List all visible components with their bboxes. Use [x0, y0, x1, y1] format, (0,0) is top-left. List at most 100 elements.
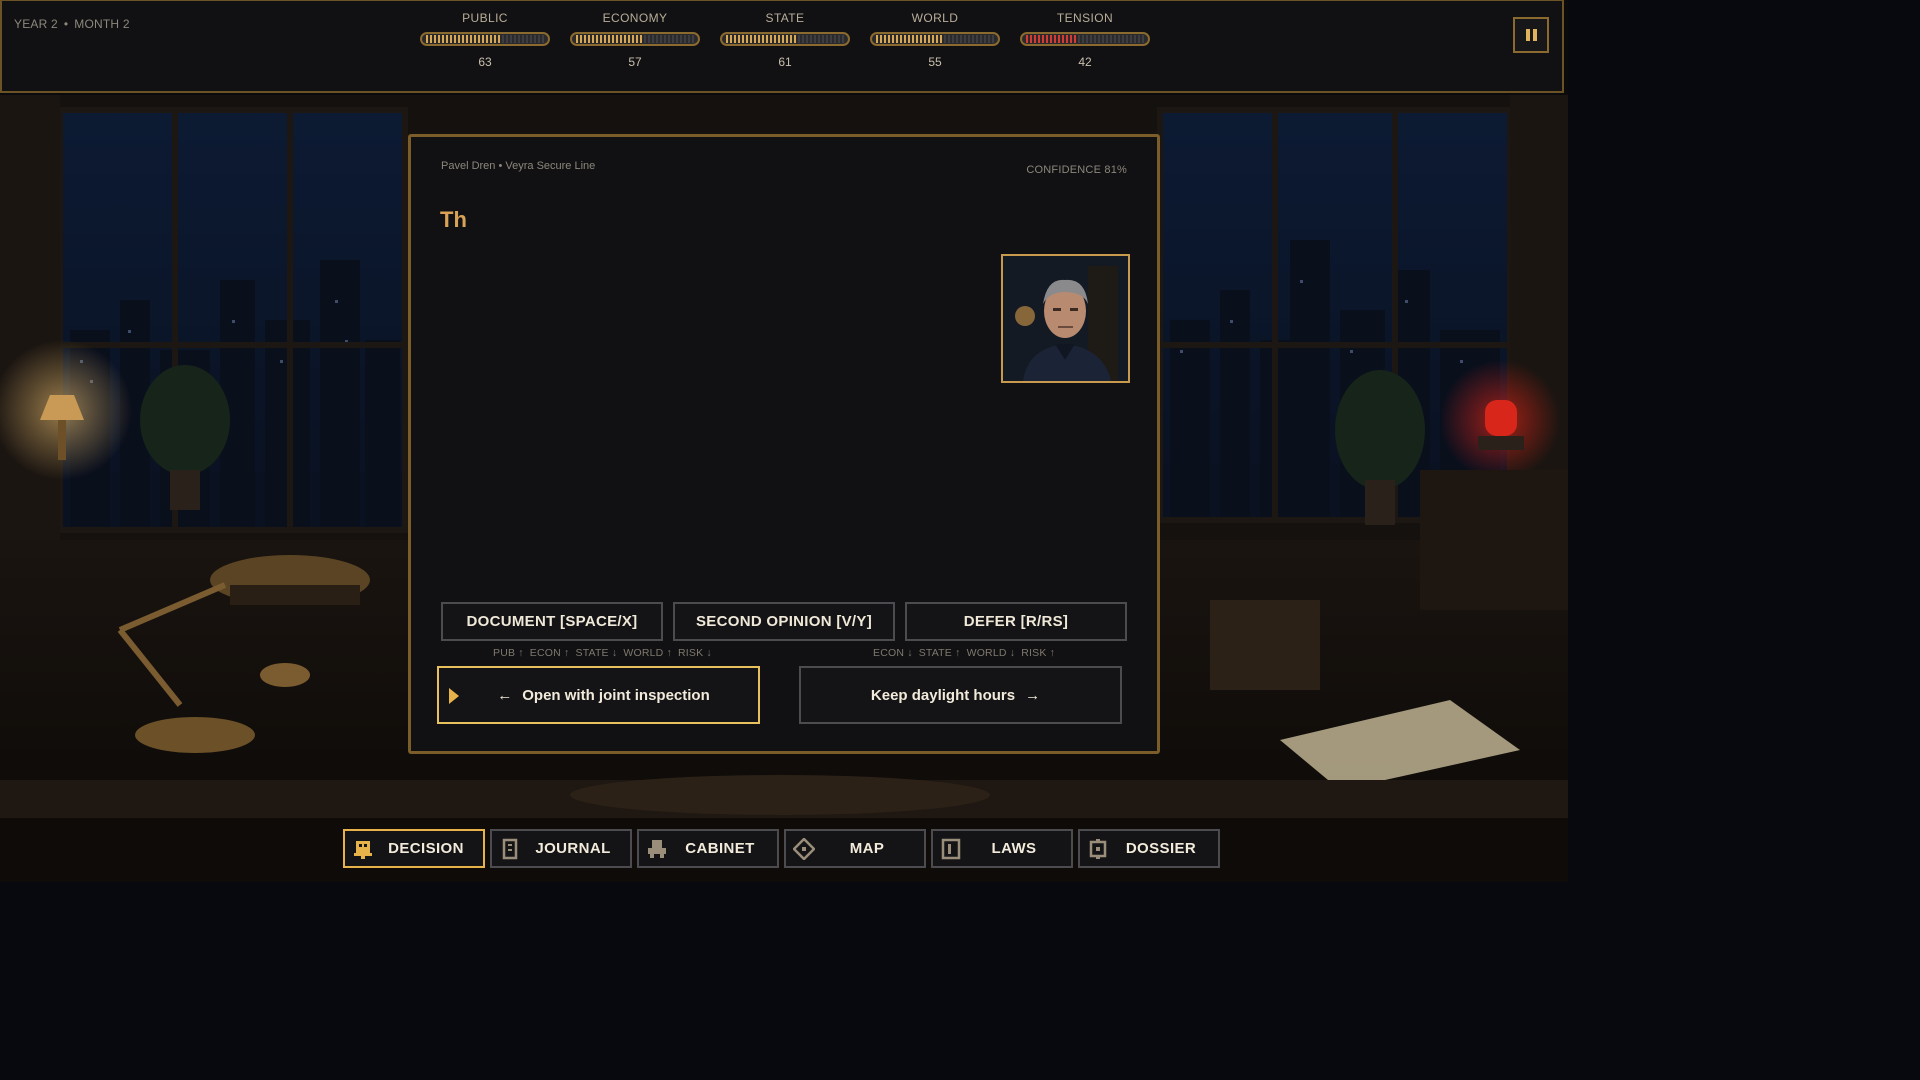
meter-segment	[632, 35, 634, 43]
meter-segment	[624, 35, 626, 43]
meter-segment	[584, 35, 586, 43]
meter-segment	[502, 35, 504, 43]
meter-segment	[526, 35, 528, 43]
meter-segment	[506, 35, 508, 43]
meter-segment	[734, 35, 736, 43]
meter-segment	[1126, 35, 1128, 43]
meter-segment	[1106, 35, 1108, 43]
meter-segment	[482, 35, 484, 43]
tab-dossier[interactable]: DOSSIER	[1078, 829, 1220, 868]
meter-segment	[1026, 35, 1028, 43]
meter-segment	[928, 35, 930, 43]
effect-pub: PUB ↑	[493, 647, 524, 659]
meter-segment	[976, 35, 978, 43]
meter-value: 57	[628, 55, 642, 69]
tab-journal[interactable]: JOURNAL	[490, 829, 632, 868]
meter-segment	[1114, 35, 1116, 43]
meter-segment	[908, 35, 910, 43]
meter-segment	[588, 35, 590, 43]
meter-segment	[952, 35, 954, 43]
meter-segment	[474, 35, 476, 43]
meter-segment	[1070, 35, 1072, 43]
meter-label: ECONOMY	[602, 11, 668, 25]
meter-label: PUBLIC	[462, 11, 508, 25]
meter-segment	[1138, 35, 1140, 43]
meter-segment	[1086, 35, 1088, 43]
tab-map[interactable]: MAP	[784, 829, 926, 868]
meter-bar	[720, 32, 850, 46]
choice-right-button[interactable]: Keep daylight hours →	[799, 666, 1122, 724]
meter-segment	[932, 35, 934, 43]
meter-segment	[766, 35, 768, 43]
meter-value: 61	[778, 55, 792, 69]
meter-segment	[1094, 35, 1096, 43]
meter-segment	[636, 35, 638, 43]
status-bar: YEAR 2 • MONTH 2 PUBLIC 63 ECONOMY 57 STAT…	[0, 0, 1564, 93]
meter-segment	[838, 35, 840, 43]
meter-segment	[604, 35, 606, 43]
date-separator: •	[63, 17, 69, 31]
second-opinion-button[interactable]: SECOND OPINION [V/Y]	[673, 602, 895, 641]
tab-cabinet[interactable]: CABINET	[637, 829, 779, 868]
meter-value: 42	[1078, 55, 1092, 69]
decision-headline: Th	[440, 207, 467, 232]
meter-segment	[438, 35, 440, 43]
meter-segment	[490, 35, 492, 43]
meter-segment	[920, 35, 922, 43]
meter-label: STATE	[765, 11, 805, 25]
meter-segment	[790, 35, 792, 43]
meter-segment	[830, 35, 832, 43]
tab-laws[interactable]: LAWS	[931, 829, 1073, 868]
meter-segment	[478, 35, 480, 43]
meter-segment	[778, 35, 780, 43]
meter-segment	[628, 35, 630, 43]
meter-bar	[420, 32, 550, 46]
advisor-portrait	[1001, 254, 1130, 383]
pause-icon-bar	[1532, 29, 1537, 41]
meter-segment	[822, 35, 824, 43]
pause-button[interactable]	[1513, 17, 1549, 53]
meter-segment	[462, 35, 464, 43]
meter-segment	[896, 35, 898, 43]
meter-segment	[620, 35, 622, 43]
meter-segment	[612, 35, 614, 43]
bottom-nav: DECISION JOURNAL CABINET MAP LAWS DOSSIE…	[343, 829, 1220, 868]
meter-segment	[664, 35, 666, 43]
meter-segment	[580, 35, 582, 43]
meter-public: PUBLIC 63	[417, 11, 553, 69]
meter-segment	[988, 35, 990, 43]
tab-decision[interactable]: DECISION	[343, 829, 485, 868]
meter-segment	[454, 35, 456, 43]
meter-segment	[770, 35, 772, 43]
effect-world: WORLD ↑	[623, 647, 672, 659]
date-display: YEAR 2 • MONTH 2	[14, 17, 130, 31]
meter-segment	[924, 35, 926, 43]
defer-button[interactable]: DEFER [R/RS]	[905, 602, 1127, 641]
meter-segment	[596, 35, 598, 43]
choice-left-button[interactable]: ← Open with joint inspection	[437, 666, 760, 724]
meter-world: WORLD 55	[867, 11, 1003, 69]
meter-segment	[1142, 35, 1144, 43]
meter-segment	[1050, 35, 1052, 43]
meter-segment	[660, 35, 662, 43]
meter-segment	[668, 35, 670, 43]
meter-segment	[672, 35, 674, 43]
document-button[interactable]: DOCUMENT [SPACE/X]	[441, 602, 663, 641]
tab-label: DECISION	[388, 840, 464, 857]
meter-segment	[1078, 35, 1080, 43]
meter-segment	[1066, 35, 1068, 43]
meter-segment	[1034, 35, 1036, 43]
meter-segment	[1058, 35, 1060, 43]
meter-segment	[782, 35, 784, 43]
meter-segment	[656, 35, 658, 43]
meter-economy: ECONOMY 57	[567, 11, 703, 69]
meter-segment	[834, 35, 836, 43]
meter-segment	[1098, 35, 1100, 43]
meter-state: STATE 61	[717, 11, 853, 69]
meter-segment	[542, 35, 544, 43]
meter-segment	[644, 35, 646, 43]
meter-segment	[940, 35, 942, 43]
meter-bar	[1020, 32, 1150, 46]
meter-segment	[1110, 35, 1112, 43]
meter-value: 55	[928, 55, 942, 69]
